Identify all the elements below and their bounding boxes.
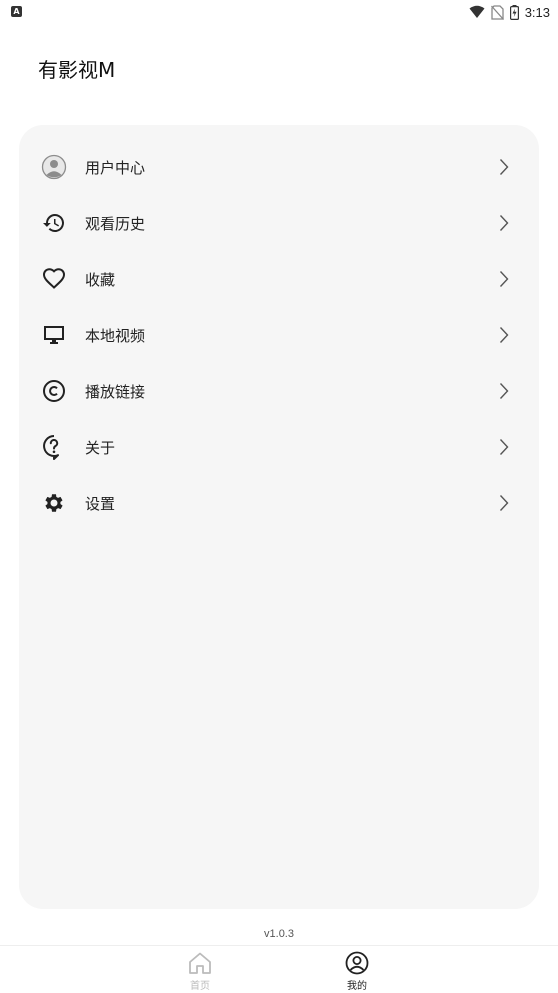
- tab-home[interactable]: 首页: [170, 950, 230, 992]
- gear-icon: [41, 490, 67, 516]
- status-bar: A 3:13: [0, 0, 558, 24]
- menu-item-history[interactable]: 观看历史: [19, 197, 539, 249]
- page-title: 有影视M: [38, 58, 116, 82]
- tab-home-label: 首页: [190, 981, 210, 992]
- no-sim-icon: [490, 4, 504, 20]
- menu-item-label: 设置: [85, 494, 116, 513]
- menu-item-local-video[interactable]: 本地视频: [19, 309, 539, 361]
- menu-item-about[interactable]: 关于: [19, 421, 539, 473]
- menu-item-settings[interactable]: 设置: [19, 477, 539, 529]
- menu-item-user-center[interactable]: 用户中心: [19, 141, 539, 193]
- chevron-right-icon: [497, 493, 511, 513]
- chevron-right-icon: [497, 437, 511, 457]
- heart-icon: [41, 266, 67, 292]
- chevron-right-icon: [497, 269, 511, 289]
- history-icon: [41, 210, 67, 236]
- menu-item-label: 关于: [85, 438, 116, 457]
- menu-item-label: 播放链接: [85, 382, 146, 401]
- status-icons: 3:13: [469, 2, 550, 22]
- menu-card: 用户中心 观看历史 收藏 本地视频 播放链接 关于 设置: [19, 125, 539, 909]
- chevron-right-icon: [497, 325, 511, 345]
- notification-glyph: A: [13, 6, 20, 16]
- chevron-right-icon: [497, 157, 511, 177]
- user-avatar-icon: [41, 154, 67, 180]
- menu-item-favorites[interactable]: 收藏: [19, 253, 539, 305]
- chevron-right-icon: [497, 381, 511, 401]
- menu-item-label: 本地视频: [85, 326, 146, 345]
- help-icon: [41, 434, 67, 460]
- notification-icon: A: [11, 6, 22, 17]
- tab-profile[interactable]: 我的: [327, 950, 387, 992]
- status-time: 3:13: [524, 4, 550, 20]
- battery-charging-icon: [509, 4, 519, 20]
- profile-icon: [345, 951, 369, 975]
- monitor-icon: [41, 322, 67, 348]
- chevron-right-icon: [497, 213, 511, 233]
- menu-item-play-link[interactable]: 播放链接: [19, 365, 539, 417]
- app-version: v1.0.3: [264, 928, 294, 940]
- bottom-nav: 首页 我的: [0, 945, 558, 993]
- home-icon: [189, 952, 211, 974]
- copyright-icon: [41, 378, 67, 404]
- wifi-icon: [469, 5, 485, 18]
- menu-item-label: 收藏: [85, 270, 116, 289]
- menu-item-label: 用户中心: [85, 158, 146, 177]
- menu-item-label: 观看历史: [85, 214, 146, 233]
- tab-profile-label: 我的: [347, 981, 367, 992]
